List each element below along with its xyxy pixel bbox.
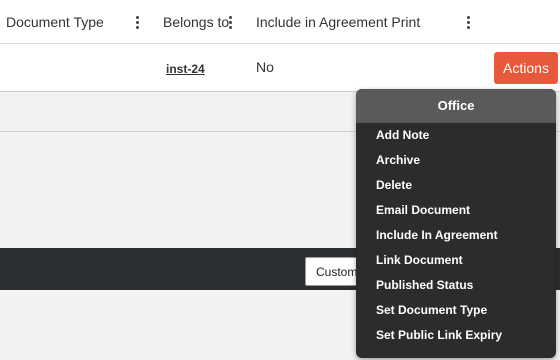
menu-item-email-document[interactable]: Email Document xyxy=(356,198,556,223)
menu-item-add-note[interactable]: Add Note xyxy=(356,123,556,148)
menu-item-include-in-agreement[interactable]: Include In Agreement xyxy=(356,223,556,248)
menu-item-link-document[interactable]: Link Document xyxy=(356,248,556,273)
column-header-document-type[interactable]: Document Type xyxy=(6,0,104,44)
column-menu-icon[interactable] xyxy=(133,14,143,32)
belongs-to-link[interactable]: inst-24 xyxy=(166,62,205,76)
column-header-belongs-to[interactable]: Belongs to xyxy=(163,0,229,44)
menu-section-header: Office xyxy=(356,89,556,123)
menu-item-archive[interactable]: Archive xyxy=(356,148,556,173)
menu-item-set-public-link-expiry[interactable]: Set Public Link Expiry xyxy=(356,323,556,348)
column-menu-icon[interactable] xyxy=(464,14,474,32)
actions-button[interactable]: Actions xyxy=(494,52,558,84)
table-header-row: Document Type Belongs to Include in Agre… xyxy=(0,0,560,44)
table-row: inst-24 No Actions xyxy=(0,45,560,92)
menu-item-published-status[interactable]: Published Status xyxy=(356,273,556,298)
column-menu-icon[interactable] xyxy=(226,14,236,32)
include-in-print-value: No xyxy=(256,59,274,75)
documents-table: Document Type Belongs to Include in Agre… xyxy=(0,0,560,92)
actions-dropdown-menu: Office Add Note Archive Delete Email Doc… xyxy=(356,89,556,358)
menu-item-set-document-type[interactable]: Set Document Type xyxy=(356,298,556,323)
column-header-include-in-agreement-print[interactable]: Include in Agreement Print xyxy=(256,0,420,44)
menu-item-delete[interactable]: Delete xyxy=(356,173,556,198)
